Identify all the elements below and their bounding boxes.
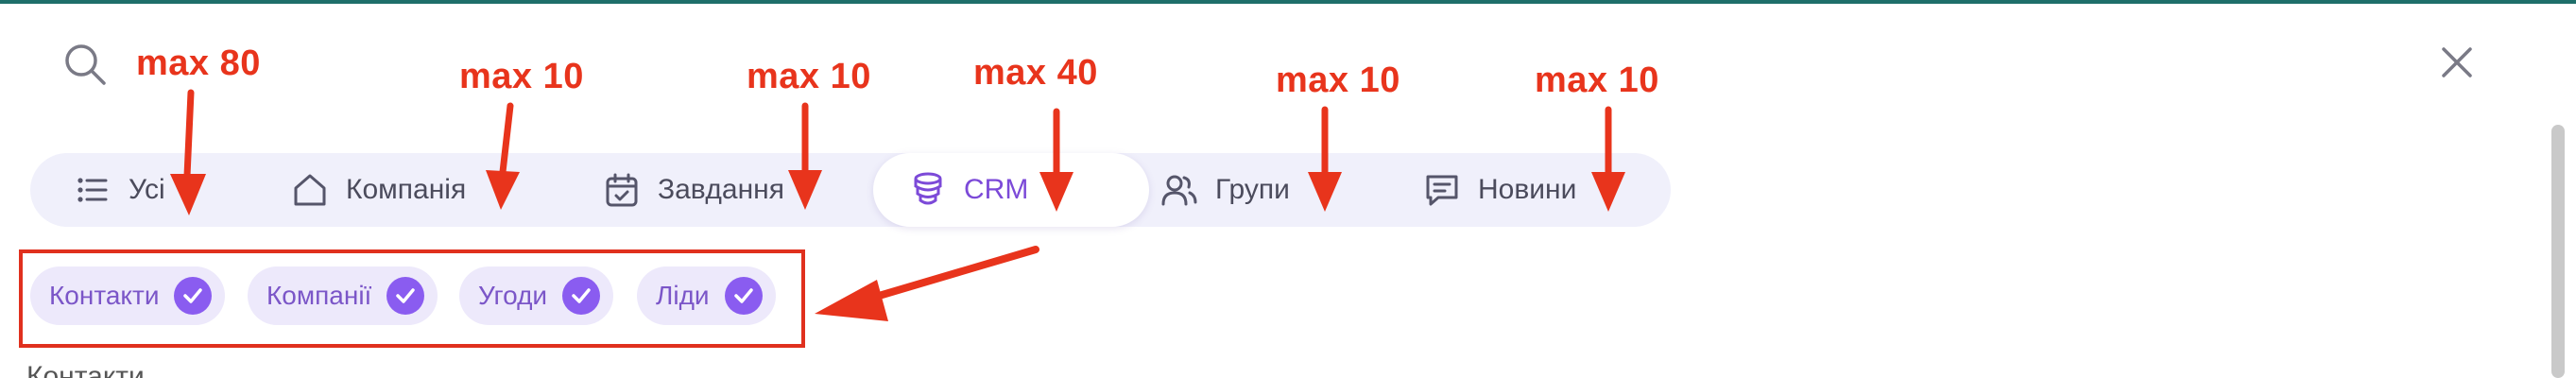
tab-label: Завдання [658, 174, 784, 205]
annotation-label: max 10 [747, 57, 871, 96]
calendar-check-icon [606, 173, 638, 207]
annotation-label: max 80 [136, 43, 261, 83]
scrollbar-thumb[interactable] [2551, 125, 2565, 378]
category-tab-bar: Усі Компанія Завдання CRM Групи Новини [30, 153, 1671, 227]
database-icon [914, 172, 942, 205]
annotation-label: max 40 [973, 53, 1098, 93]
check-icon [562, 277, 601, 315]
annotation-label: max 10 [1535, 60, 1659, 100]
annotation-label: max 10 [1276, 60, 1400, 100]
check-icon [724, 277, 763, 315]
chip-label: Угоди [478, 281, 548, 310]
close-icon[interactable] [2438, 43, 2476, 81]
tab-tasks[interactable]: Завдання [603, 153, 784, 227]
section-heading: Контакти [26, 363, 145, 378]
tab-label: CRM [964, 174, 1029, 205]
check-icon [386, 277, 425, 315]
users-icon [1161, 175, 1197, 206]
tab-all[interactable]: Усі [74, 153, 165, 227]
tab-label: Компанія [346, 174, 467, 205]
tab-label: Усі [129, 174, 165, 205]
chip-label: Ліди [656, 281, 710, 310]
search-icon[interactable] [62, 42, 108, 87]
message-icon [1426, 175, 1458, 206]
tab-groups[interactable]: Групи [1160, 153, 1290, 227]
tab-label: Групи [1215, 174, 1290, 205]
filter-chip-deals[interactable]: Угоди [459, 266, 614, 325]
list-icon [77, 178, 108, 202]
chip-label: Компанії [266, 281, 372, 310]
filter-chip-contacts[interactable]: Контакти [30, 266, 226, 325]
filter-chip-leads[interactable]: Ліди [637, 266, 776, 325]
tab-company[interactable]: Компанія [291, 153, 466, 227]
tab-news[interactable]: Новини [1423, 153, 1576, 227]
home-icon [294, 174, 326, 206]
filter-chip-companies[interactable]: Компанії [248, 266, 438, 325]
chip-label: Контакти [49, 281, 160, 310]
annotation-label: max 10 [459, 57, 584, 96]
check-icon [174, 277, 213, 315]
tab-label: Новини [1478, 174, 1577, 205]
tab-crm[interactable]: CRM [873, 153, 1149, 227]
